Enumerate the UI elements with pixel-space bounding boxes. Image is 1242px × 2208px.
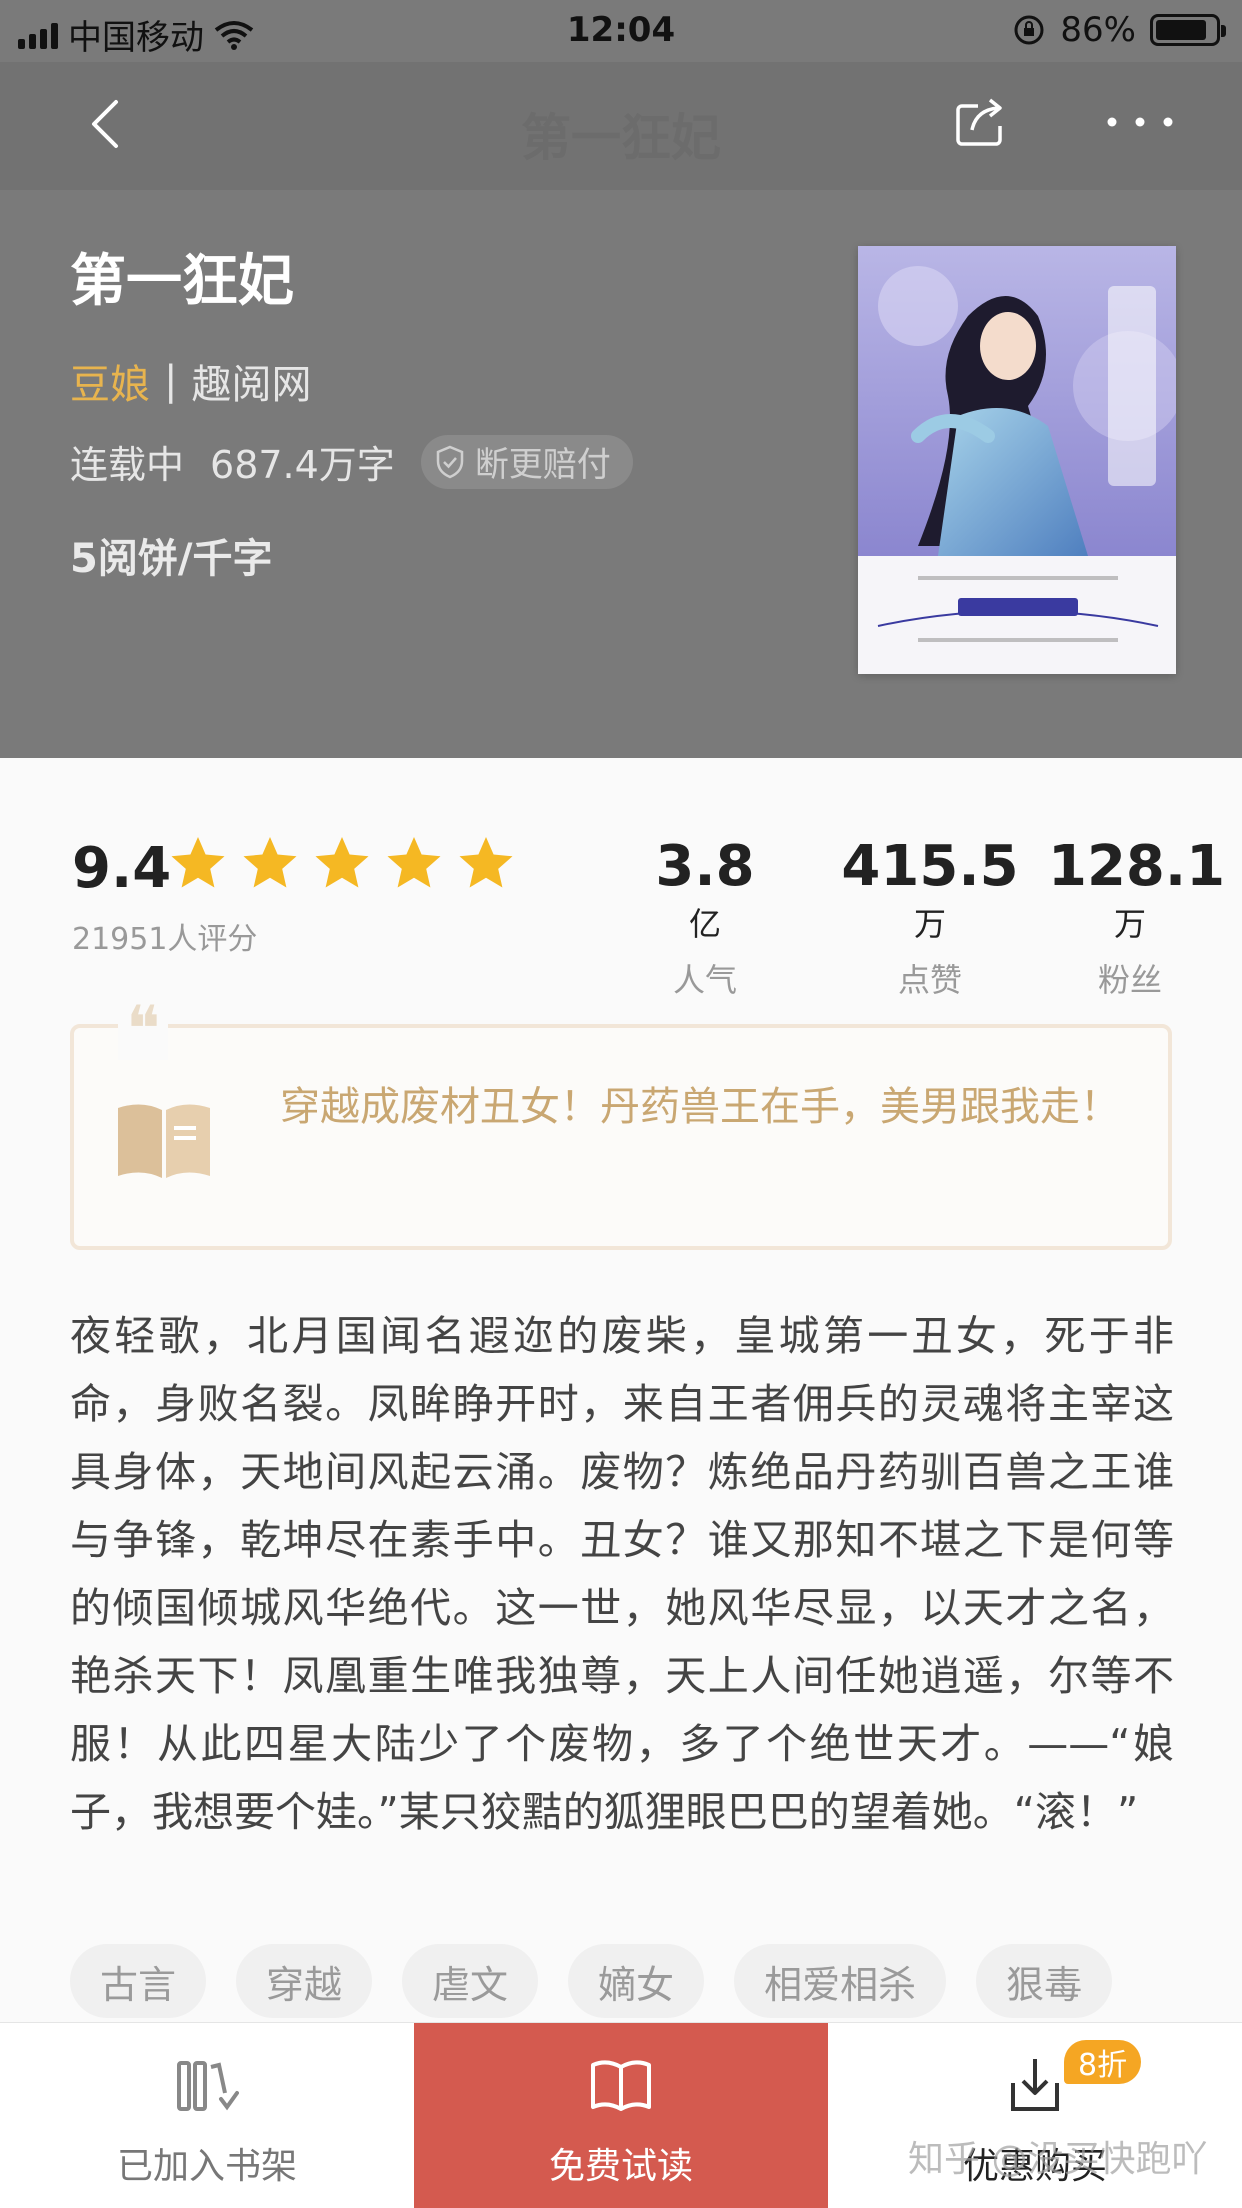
book-source: 趣阅网	[191, 362, 312, 408]
stat-number: 3.8	[655, 834, 755, 899]
tag-item[interactable]: 相爱相杀	[734, 1944, 947, 2018]
quote-icon: ❝	[118, 998, 169, 1062]
watermark: 知乎 @没买快跑吖	[908, 2139, 1208, 2180]
tag-item[interactable]: 古言	[70, 1944, 207, 2018]
meta-line: 连载中 687.4万字 断更赔付	[70, 434, 633, 489]
tag-item[interactable]: 穿越	[236, 1944, 373, 2018]
more-icon[interactable]	[1100, 102, 1180, 142]
stat-label: 人气	[672, 961, 737, 999]
book-title: 第一狂妃	[70, 249, 294, 314]
rating-count: 21951人评分	[72, 922, 258, 957]
book-icon	[118, 1104, 210, 1178]
book-cover[interactable]	[858, 246, 1176, 674]
stat-number: 128.1	[1048, 834, 1226, 899]
shield-icon	[436, 445, 464, 478]
bookshelf-label: 已加入书架	[116, 2146, 297, 2187]
stat-label: 粉丝	[1097, 961, 1162, 999]
stat-unit: 亿	[688, 905, 721, 943]
rotation-lock-icon	[1014, 15, 1044, 45]
discount-badge: 8折	[1064, 2040, 1142, 2084]
star-icon	[243, 837, 297, 888]
free-trial-button[interactable]: 免费试读	[414, 2023, 828, 2208]
author-line: 豆娘 | 趣阅网	[70, 352, 311, 410]
tag-list: 古言 穿越 虐文 嫡女 相爱相杀 狠毒	[70, 1944, 1113, 2018]
battery-icon	[1150, 14, 1226, 46]
star-icon	[459, 837, 513, 888]
stat-popularity: 3.8 亿 人气	[640, 834, 770, 1001]
bookshelf-button[interactable]: 已加入书架	[0, 2023, 414, 2208]
open-book-icon	[591, 2060, 651, 2111]
guarantee-label: 断更赔付	[474, 445, 611, 485]
book-status: 连载中	[70, 443, 185, 487]
star-icon	[171, 837, 225, 888]
star-icon	[315, 837, 369, 888]
bookshelf-icon	[177, 2061, 239, 2111]
free-trial-label: 免费试读	[548, 2146, 693, 2187]
stat-number: 415.5	[841, 834, 1019, 899]
tag-item[interactable]: 虐文	[402, 1944, 539, 2018]
nav-bar: 第一狂妃	[0, 62, 1242, 190]
guarantee-badge[interactable]: 断更赔付	[420, 434, 633, 489]
book-description: 夜轻歌，北月国闻名遐迩的废柴，皇城第一丑女，死于非命，身败名裂。凤眸睁开时，来自…	[70, 1312, 1174, 1836]
stat-fans: 128.1 万 粉丝	[1048, 834, 1225, 1001]
stat-likes: 415.5 万 点赞	[840, 834, 1020, 1001]
author-link[interactable]: 豆娘	[70, 352, 150, 410]
rating-stars	[168, 834, 516, 892]
author-separator: |	[164, 358, 178, 404]
stat-label: 点赞	[897, 961, 962, 999]
price-line: 5阅饼/千字	[70, 536, 273, 582]
status-bar: 中国移动 12:04 86%	[0, 0, 1242, 62]
status-right: 86%	[1012, 10, 1226, 50]
stat-unit: 万	[1113, 905, 1146, 943]
rating-score: 9.4	[72, 836, 172, 901]
nav-title: 第一狂妃	[521, 109, 721, 167]
tagline-text: 穿越成废材丑女！丹药兽王在手，美男跟我走！	[280, 1084, 1120, 1130]
star-icon	[387, 837, 441, 888]
stat-unit: 万	[913, 905, 946, 943]
tag-item[interactable]: 嫡女	[568, 1944, 705, 2018]
tag-item[interactable]: 狠毒	[976, 1944, 1113, 2018]
download-icon	[1011, 2059, 1059, 2111]
share-icon[interactable]	[950, 92, 1010, 152]
cover-illustration	[858, 246, 1176, 674]
word-count: 687.4万字	[210, 443, 395, 487]
battery-percent: 86%	[1060, 10, 1136, 50]
